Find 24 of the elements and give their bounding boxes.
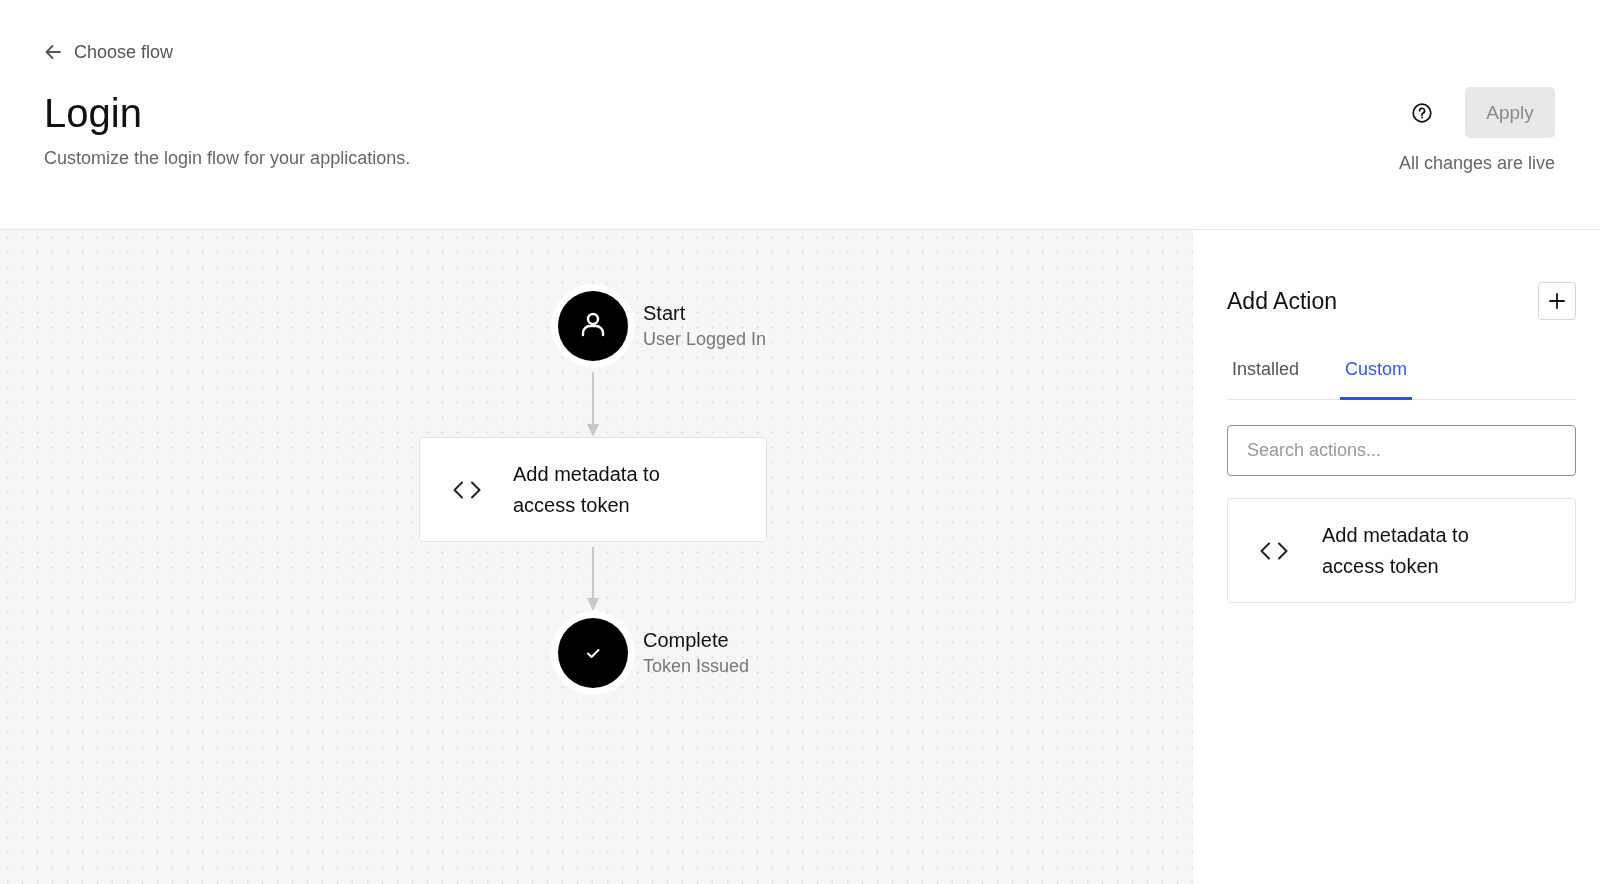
back-link[interactable]: Choose flow [44, 38, 174, 66]
node-subtitle: User Logged In [643, 328, 767, 351]
page-subtitle: Customize the login flow for your applications. [44, 147, 411, 170]
panel-title: Add Action [1227, 287, 1337, 315]
tab[interactable]: Installed [1227, 341, 1305, 400]
arrow-left-icon [44, 43, 62, 61]
help-icon[interactable] [1412, 102, 1432, 123]
plus-icon [1549, 293, 1565, 309]
code-icon [1259, 540, 1289, 561]
node-title: Add metadata to access token [513, 461, 661, 518]
tab[interactable]: Custom [1340, 341, 1413, 400]
action-node[interactable]: Add metadata to access token [419, 437, 767, 542]
status-text: All changes are live [1398, 152, 1555, 175]
node-title: Complete [643, 628, 730, 653]
check-icon[interactable] [551, 611, 635, 695]
person-icon[interactable] [551, 284, 635, 368]
code-icon [452, 479, 482, 500]
action-title: Add metadata to access token [1322, 522, 1470, 579]
action-card[interactable]: Add metadata to access token [1227, 498, 1576, 603]
page-title: Login [44, 90, 142, 137]
node-title: Start [643, 301, 687, 326]
search-field[interactable]: Search actions... [1227, 425, 1576, 476]
node-subtitle: Token Issued [643, 655, 751, 678]
add-button[interactable] [1538, 282, 1576, 320]
